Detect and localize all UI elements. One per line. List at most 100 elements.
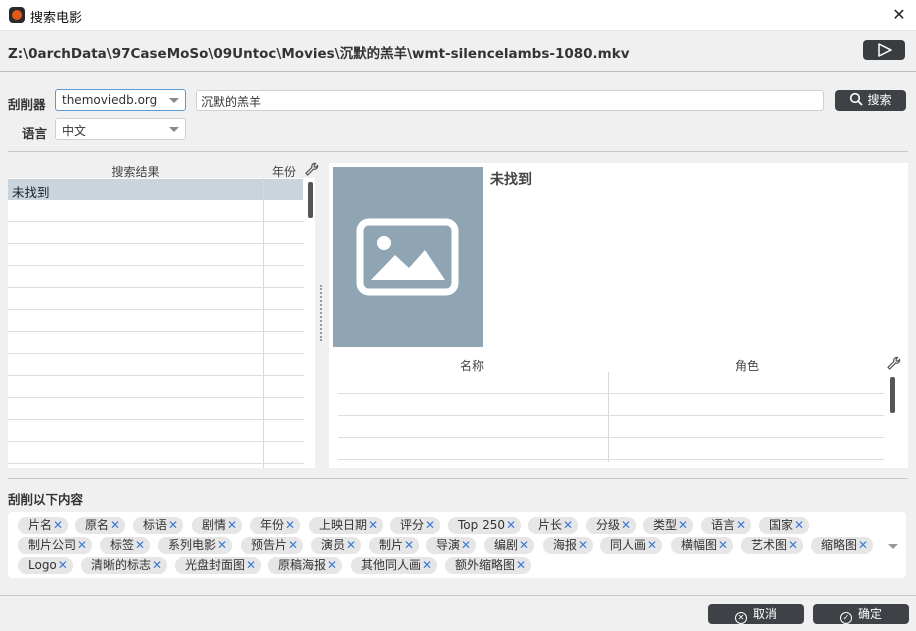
remove-tag-icon[interactable]: ✕ — [404, 538, 414, 552]
scraper-value: themoviedb.org — [62, 93, 158, 107]
remove-tag-icon[interactable]: ✕ — [285, 518, 295, 532]
play-button[interactable] — [863, 40, 905, 60]
wrench-icon[interactable] — [885, 355, 901, 371]
close-icon[interactable]: ✕ — [888, 4, 910, 26]
results-scrollbar[interactable] — [308, 182, 313, 218]
remove-tag-icon[interactable]: ✕ — [327, 558, 337, 572]
tag-item: 片长✕ — [528, 517, 579, 534]
window-title: 搜索电影 — [30, 11, 83, 26]
file-path: Z:\0archData\97CaseMoSo\09Untoc\Movies\沉… — [8, 46, 630, 62]
table-row[interactable]: 未找到 — [8, 179, 303, 200]
search-button-label: 搜索 — [867, 93, 892, 107]
remove-tag-icon[interactable]: ✕ — [461, 538, 471, 552]
remove-tag-icon[interactable]: ✕ — [368, 518, 378, 532]
remove-tag-icon[interactable]: ✕ — [168, 518, 178, 532]
poster-placeholder — [333, 167, 483, 347]
remove-tag-icon[interactable]: ✕ — [578, 538, 588, 552]
cancel-button[interactable]: ✕ 取消 — [708, 604, 804, 624]
tag-item: 同人画✕ — [600, 537, 663, 554]
remove-tag-icon[interactable]: ✕ — [506, 518, 516, 532]
cast-scrollbar[interactable] — [890, 377, 895, 413]
scraper-select[interactable]: themoviedb.org — [55, 89, 186, 111]
remove-tag-icon[interactable]: ✕ — [288, 538, 298, 552]
language-label: 语言 — [22, 126, 48, 141]
check-icon: ✓ — [839, 612, 852, 624]
remove-tag-icon[interactable]: ✕ — [425, 518, 435, 532]
chevron-down-icon[interactable] — [888, 544, 898, 549]
tag-item: 清晰的标志✕ — [81, 557, 168, 574]
remove-tag-icon[interactable]: ✕ — [227, 518, 237, 532]
remove-tag-icon[interactable]: ✕ — [794, 518, 804, 532]
remove-tag-icon[interactable]: ✕ — [422, 558, 432, 572]
remove-tag-icon[interactable]: ✕ — [788, 538, 798, 552]
tag-item: 原稿海报✕ — [268, 557, 343, 574]
remove-tag-icon[interactable]: ✕ — [58, 558, 68, 572]
remove-tag-icon[interactable]: ✕ — [718, 538, 728, 552]
tag-item: 海报✕ — [543, 537, 594, 554]
ok-button[interactable]: ✓ 确定 — [813, 604, 909, 624]
cancel-icon: ✕ — [734, 612, 747, 624]
remove-tag-icon[interactable]: ✕ — [519, 538, 529, 552]
tag-item: 分级✕ — [586, 517, 637, 534]
divider — [8, 151, 908, 152]
tag-item: 其他同人画✕ — [351, 557, 438, 574]
remove-tag-icon[interactable]: ✕ — [346, 538, 356, 552]
tag-item: 演员✕ — [311, 537, 362, 554]
app-logo-icon — [9, 7, 25, 23]
remove-tag-icon[interactable]: ✕ — [77, 538, 87, 552]
search-button[interactable]: 搜索 — [835, 90, 906, 111]
divider — [0, 595, 916, 596]
remove-tag-icon[interactable]: ✕ — [858, 538, 868, 552]
chevron-down-icon — [169, 127, 179, 132]
remove-tag-icon[interactable]: ✕ — [53, 518, 63, 532]
remove-tag-icon[interactable]: ✕ — [647, 538, 657, 552]
remove-tag-icon[interactable]: ✕ — [621, 518, 631, 532]
cancel-button-label: 取消 — [752, 607, 777, 621]
remove-tag-icon[interactable]: ✕ — [563, 518, 573, 532]
title-bar — [0, 0, 916, 31]
tag-item: Logo✕ — [18, 557, 73, 574]
wrench-icon[interactable] — [303, 161, 319, 177]
tag-item: 编剧✕ — [484, 537, 535, 554]
tag-item: 标签✕ — [100, 537, 151, 554]
remove-tag-icon[interactable]: ✕ — [135, 538, 145, 552]
movie-title: 未找到 — [490, 172, 532, 188]
results-table: 未找到 — [8, 178, 315, 468]
scrape-tags-box: 片名✕ 原名✕ 标语✕ 剧情✕ 年份✕ 上映日期✕ 评分✕ Top 250✕ 片… — [8, 512, 906, 578]
image-icon — [356, 218, 459, 296]
remove-tag-icon[interactable]: ✕ — [678, 518, 688, 532]
language-value: 中文 — [62, 124, 87, 138]
chevron-down-icon — [169, 98, 179, 103]
remove-tag-icon[interactable]: ✕ — [736, 518, 746, 532]
tag-item: 制片公司✕ — [18, 537, 93, 554]
remove-tag-icon[interactable]: ✕ — [110, 518, 120, 532]
divider — [0, 71, 916, 72]
tag-item: 评分✕ — [390, 517, 441, 534]
tag-item: 制片✕ — [369, 537, 420, 554]
tag-item: 剧情✕ — [192, 517, 243, 534]
search-icon — [850, 92, 864, 106]
tag-item: 缩略图✕ — [811, 537, 874, 554]
play-icon — [878, 43, 892, 57]
tag-item: Top 250✕ — [448, 517, 522, 534]
tag-item: 预告片✕ — [241, 537, 304, 554]
tag-item: 国家✕ — [759, 517, 810, 534]
tag-item: 片名✕ — [18, 517, 69, 534]
tag-item: 原名✕ — [75, 517, 126, 534]
remove-tag-icon[interactable]: ✕ — [246, 558, 256, 572]
scrape-section-label: 刮削以下内容 — [8, 492, 84, 507]
divider — [8, 478, 908, 479]
remove-tag-icon[interactable]: ✕ — [516, 558, 526, 572]
column-divider — [608, 372, 609, 462]
tag-item: 标语✕ — [133, 517, 184, 534]
remove-tag-icon[interactable]: ✕ — [152, 558, 162, 572]
ok-button-label: 确定 — [857, 607, 882, 621]
tag-item: 横幅图✕ — [671, 537, 734, 554]
tag-item: 年份✕ — [250, 517, 301, 534]
tag-item: 额外缩略图✕ — [445, 557, 532, 574]
remove-tag-icon[interactable]: ✕ — [217, 538, 227, 552]
tag-item: 上映日期✕ — [309, 517, 384, 534]
language-select[interactable]: 中文 — [55, 118, 186, 140]
search-input[interactable]: 沉默的羔羊 — [196, 90, 824, 111]
splitter-handle[interactable] — [320, 285, 323, 341]
